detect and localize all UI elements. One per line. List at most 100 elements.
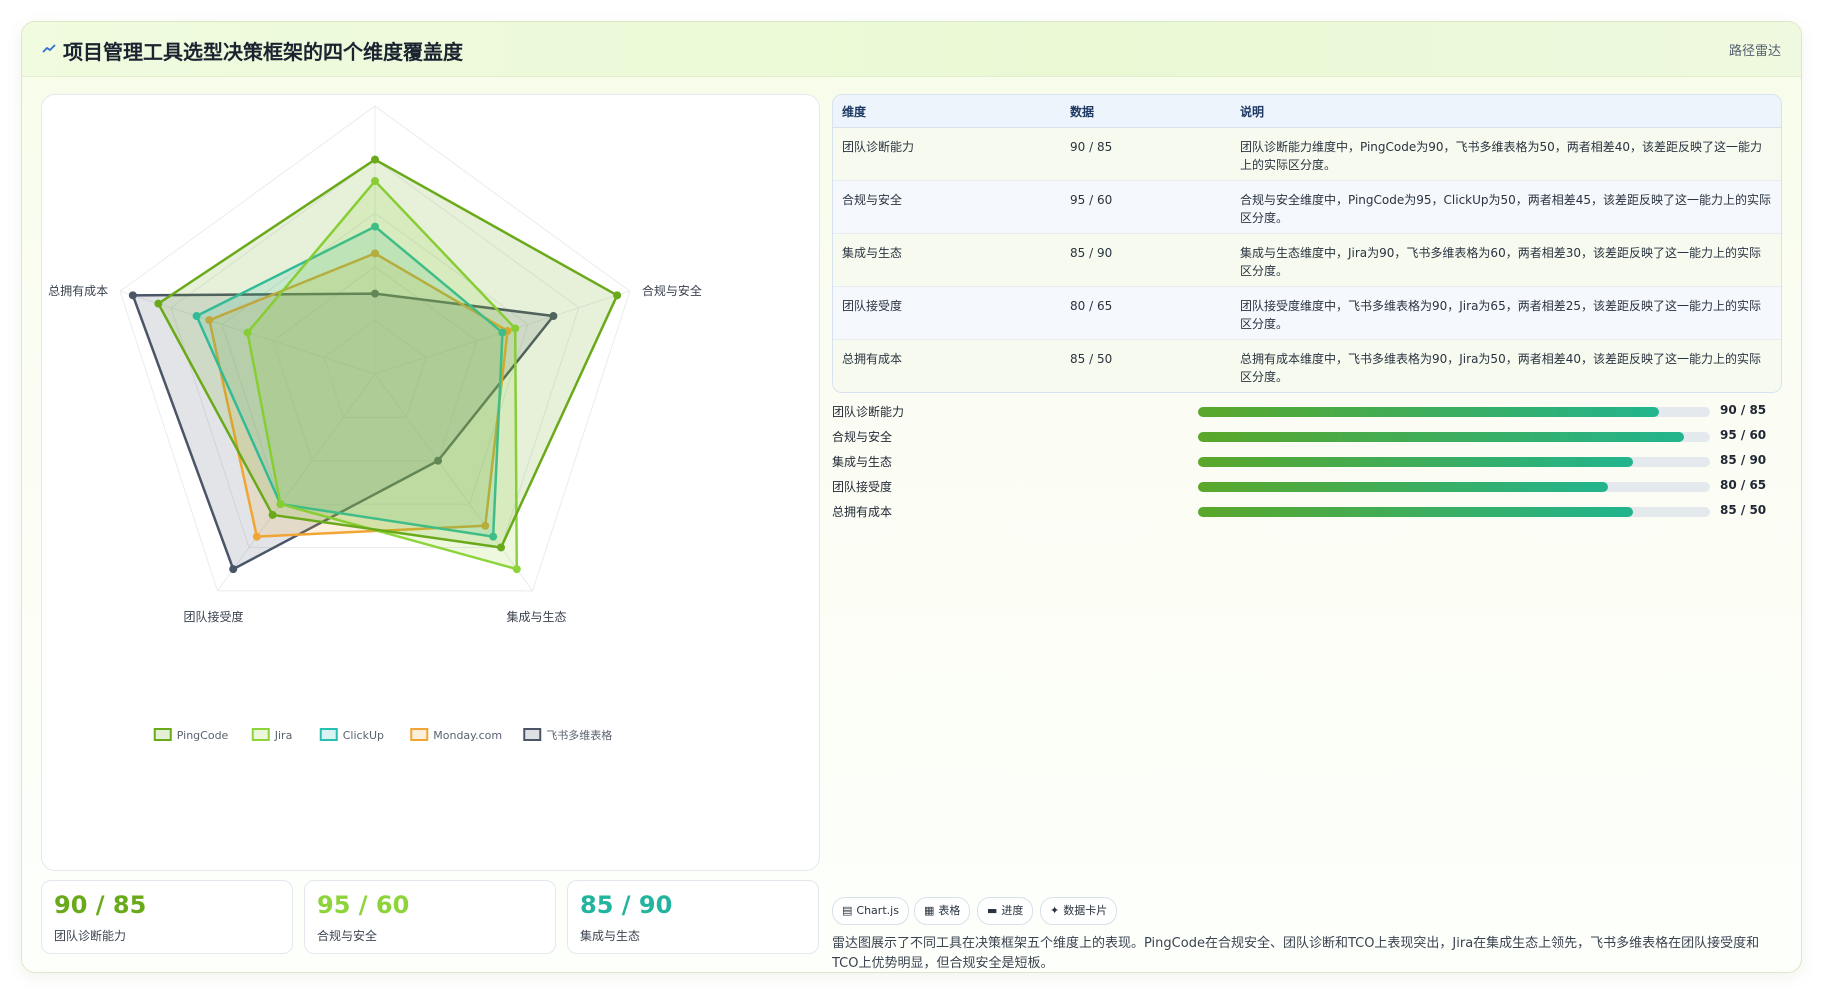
progress-label: 团队接受度 [832, 480, 893, 494]
stat-label: 集成与生态 [580, 929, 641, 943]
table-cell: 集成与生态维度中，Jira为90，飞书多维表格为60，两者相差30，该差距反映了… [1231, 233, 1781, 287]
radar-point [497, 543, 506, 552]
chip-data-card[interactable]: ✦ 数据卡片 [1040, 897, 1118, 925]
progress-value: 95 / 60 [1720, 428, 1767, 442]
table-row: 总拥有成本 85 / 50 总拥有成本维度中，飞书多维表格为90，Jira为50… [833, 339, 1781, 392]
table-row: 团队诊断能力 90 / 85 团队诊断能力维度中，PingCode为90，飞书多… [833, 127, 1781, 181]
progress-fill [1198, 432, 1685, 442]
progress-row: 团队诊断能力 90 / 85 [832, 403, 1782, 421]
table-cell: 团队接受度维度中，飞书多维表格为90，Jira为65，两者相差25，该差距反映了… [1231, 286, 1781, 340]
radar-point [128, 291, 137, 300]
radar-point [371, 155, 379, 164]
stat-card-3: 85 / 90 集成与生态 [567, 880, 819, 954]
header: 项目管理工具选型决策框架的四个维度覆盖度 路径雷达 [22, 22, 1801, 77]
legend-label: Monday.com [433, 729, 502, 742]
radar-axis-label: 集成与生态 [507, 609, 567, 624]
stat-label: 团队诊断能力 [54, 929, 127, 943]
progress-label: 团队诊断能力 [832, 405, 905, 419]
column-header: 数据 [1061, 95, 1231, 128]
legend-swatch [523, 728, 542, 741]
table-cell: 80 / 65 [1061, 286, 1231, 340]
chip-label: Chart.js [856, 904, 899, 917]
radar-axis-label: 总拥有成本 [48, 284, 108, 298]
progress-fill [1198, 407, 1659, 417]
radar-point [268, 510, 277, 519]
progress-label: 合规与安全 [832, 430, 893, 444]
stat-label: 合规与安全 [317, 929, 378, 943]
chart-type-badge: 路径雷达 [1728, 44, 1781, 59]
legend-swatch [153, 728, 172, 741]
progress-fill [1198, 507, 1634, 517]
table-cell: 团队诊断能力 [833, 127, 1061, 181]
progress-label: 总拥有成本 [832, 505, 893, 519]
chip-label: 表格 [938, 904, 961, 917]
radar-chart-panel: 团队诊断能力合规与安全集成与生态团队接受度总拥有成本PingCodeJiraCl… [41, 94, 820, 871]
progress-icon: ▬ [987, 904, 998, 917]
stat-card-1: 90 / 85 团队诊断能力 [41, 880, 293, 954]
progress-fill [1198, 457, 1634, 467]
table-icon: ▦ [924, 904, 935, 917]
progress-value: 85 / 50 [1720, 503, 1767, 517]
table-cell: 集成与生态 [833, 233, 1061, 287]
radar-point [229, 565, 238, 574]
radar-axis-label: 团队接受度 [183, 609, 243, 624]
chip-chartjs[interactable]: ▤ Chart.js [832, 897, 909, 925]
chip-table[interactable]: ▦ 表格 [914, 897, 971, 925]
card-icon: ✦ [1050, 904, 1060, 917]
table-cell: 85 / 90 [1061, 233, 1231, 287]
progress-track [1198, 507, 1710, 517]
legend-swatch [319, 728, 338, 741]
stat-value: 90 / 85 [54, 891, 147, 919]
radar-axis-label: 合规与安全 [642, 283, 702, 298]
table-cell: 团队接受度 [833, 286, 1061, 340]
progress-value: 80 / 65 [1720, 478, 1767, 492]
progress-row: 合规与安全 95 / 60 [832, 428, 1782, 446]
page-title: 项目管理工具选型决策框架的四个维度覆盖度 [63, 40, 463, 64]
radar-point [154, 299, 163, 308]
table-cell: 团队诊断能力维度中，PingCode为90，飞书多维表格为50，两者相差40，该… [1231, 127, 1781, 181]
table-cell: 总拥有成本维度中，飞书多维表格为90，Jira为50，两者相差40，该差距反映了… [1231, 339, 1781, 392]
summary-text: 雷达图展示了不同工具在决策框架五个维度上的表现。PingCode在合规安全、团队… [832, 936, 1760, 971]
progress-label: 集成与生态 [832, 455, 893, 469]
progress-track [1198, 457, 1710, 467]
stat-value: 85 / 90 [580, 891, 673, 919]
table-row: 集成与生态 85 / 90 集成与生态维度中，Jira为90，飞书多维表格为60… [833, 233, 1781, 287]
progress-value: 90 / 85 [1720, 403, 1767, 417]
progress-value: 85 / 90 [1720, 453, 1767, 467]
progress-fill [1198, 482, 1608, 492]
radar-point [512, 565, 521, 574]
column-header: 说明 [1231, 95, 1781, 128]
table-cell: 合规与安全 [833, 180, 1061, 234]
table-cell: 90 / 85 [1061, 127, 1231, 181]
radar-chart: 团队诊断能力合规与安全集成与生态团队接受度总拥有成本PingCodeJiraCl… [48, 105, 702, 742]
table-header-row: 维度 数据 说明 [833, 95, 1781, 128]
chart-icon: ▤ [842, 904, 853, 917]
legend-swatch [410, 728, 429, 741]
progress-track [1198, 482, 1710, 492]
legend-label: 飞书多维表格 [546, 728, 612, 742]
radar-point [613, 291, 622, 300]
legend-label: PingCode [177, 729, 229, 742]
stat-value: 95 / 60 [317, 891, 410, 919]
table-cell: 85 / 50 [1061, 339, 1231, 392]
legend-swatch [251, 728, 270, 741]
table-cell: 合规与安全维度中，PingCode为95，ClickUp为50，两者相差45，该… [1231, 180, 1781, 234]
main-card: 项目管理工具选型决策框架的四个维度覆盖度 路径雷达 团队诊断能力合规与安全集成与… [21, 21, 1802, 973]
progress-track [1198, 432, 1710, 442]
column-header: 维度 [833, 95, 1061, 128]
chip-label: 数据卡片 [1063, 904, 1108, 917]
progress-row: 团队接受度 80 / 65 [832, 478, 1782, 496]
table-row: 团队接受度 80 / 65 团队接受度维度中，飞书多维表格为90，Jira为65… [833, 286, 1781, 340]
radar-point [252, 532, 261, 541]
chip-progress[interactable]: ▬ 进度 [977, 897, 1034, 925]
table-cell: 总拥有成本 [833, 339, 1061, 392]
chip-label: 进度 [1001, 904, 1024, 917]
table-row: 合规与安全 95 / 60 合规与安全维度中，PingCode为95，Click… [833, 180, 1781, 234]
progress-row: 集成与生态 85 / 90 [832, 453, 1782, 471]
stat-card-2: 95 / 60 合规与安全 [304, 880, 556, 954]
legend-label: Jira [274, 729, 293, 742]
legend-label: ClickUp [343, 729, 384, 742]
data-table: 维度 数据 说明 团队诊断能力 90 / 85 团队诊断能力维度中，PingCo… [832, 94, 1782, 393]
line-chart-icon [42, 44, 56, 53]
progress-row: 总拥有成本 85 / 50 [832, 503, 1782, 521]
